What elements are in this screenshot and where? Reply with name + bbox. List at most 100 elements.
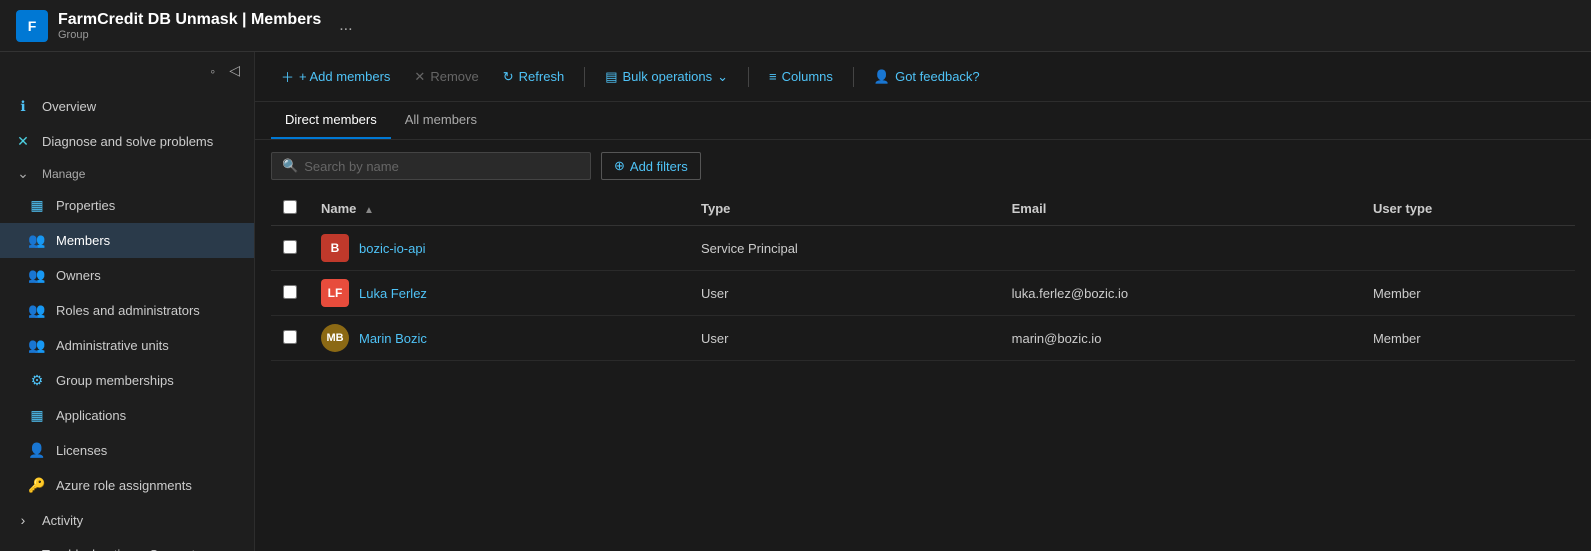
type-cell: User bbox=[689, 316, 1000, 361]
app-logo: F bbox=[16, 10, 48, 42]
remove-button[interactable]: ✕ Remove bbox=[404, 64, 488, 90]
feedback-icon: 👤 bbox=[874, 69, 890, 85]
admin-units-icon: 👥 bbox=[28, 337, 46, 354]
tab-direct-members[interactable]: Direct members bbox=[271, 102, 391, 139]
roles-icon: 👥 bbox=[28, 302, 46, 319]
avatar: B bbox=[321, 234, 349, 262]
diagnose-icon: ✕ bbox=[14, 133, 32, 150]
sidebar-item-label: Azure role assignments bbox=[56, 478, 192, 493]
member-name-link[interactable]: Marin Bozic bbox=[359, 331, 427, 346]
app-header: F FarmCredit DB Unmask | Members Group .… bbox=[0, 0, 1591, 52]
select-all-checkbox[interactable] bbox=[283, 200, 297, 214]
sidebar-item-label: Owners bbox=[56, 268, 101, 283]
email-cell bbox=[1000, 226, 1361, 271]
name-cell: LF Luka Ferlez bbox=[309, 271, 689, 316]
member-name-link[interactable]: bozic-io-api bbox=[359, 241, 425, 256]
column-header-name: Name ▲ bbox=[309, 192, 689, 226]
toolbar-divider-2 bbox=[748, 67, 749, 87]
sort-icon: ▲ bbox=[364, 205, 374, 216]
sidebar-item-overview[interactable]: ℹ Overview bbox=[0, 89, 254, 124]
user-type-cell bbox=[1361, 226, 1575, 271]
toolbar: ＋ + Add members ✕ Remove ↻ Refresh ▤ Bul… bbox=[255, 52, 1591, 102]
row-select-checkbox[interactable] bbox=[283, 330, 297, 344]
sidebar-item-label: Roles and administrators bbox=[56, 303, 200, 318]
name-cell: B bozic-io-api bbox=[309, 226, 689, 271]
sidebar-toggle-btn[interactable]: ◁ bbox=[225, 60, 244, 81]
got-feedback-button[interactable]: 👤 Got feedback? bbox=[864, 64, 990, 90]
licenses-icon: 👤 bbox=[28, 442, 46, 459]
applications-icon: ▦ bbox=[28, 407, 46, 424]
members-table: Name ▲ Type Email User type bbox=[271, 192, 1575, 361]
email-cell: marin@bozic.io bbox=[1000, 316, 1361, 361]
member-name-link[interactable]: Luka Ferlez bbox=[359, 286, 427, 301]
user-type-cell: Member bbox=[1361, 271, 1575, 316]
sidebar-section-label: Manage bbox=[42, 167, 85, 181]
bulk-ops-chevron-icon: ⌄ bbox=[717, 69, 728, 85]
email-cell: luka.ferlez@bozic.io bbox=[1000, 271, 1361, 316]
sidebar-item-label: Troubleshooting + Support bbox=[42, 547, 195, 551]
members-icon: 👥 bbox=[28, 232, 46, 249]
column-header-user-type: User type bbox=[1361, 192, 1575, 226]
table-row: MB Marin Bozic User marin@bozic.io Membe… bbox=[271, 316, 1575, 361]
chevron-down-icon: ⌄ bbox=[14, 165, 32, 182]
toolbar-divider-1 bbox=[584, 67, 585, 87]
columns-label: Columns bbox=[782, 69, 833, 84]
search-icon: 🔍 bbox=[282, 158, 298, 174]
avatar: LF bbox=[321, 279, 349, 307]
toolbar-divider-3 bbox=[853, 67, 854, 87]
add-filters-label: Add filters bbox=[630, 159, 688, 174]
column-header-type: Type bbox=[689, 192, 1000, 226]
bulk-ops-icon: ▤ bbox=[605, 69, 617, 85]
sidebar-item-azure-roles[interactable]: 🔑 Azure role assignments bbox=[0, 468, 254, 503]
table-row: B bozic-io-api Service Principal bbox=[271, 226, 1575, 271]
azure-roles-icon: 🔑 bbox=[28, 477, 46, 494]
search-input[interactable] bbox=[304, 159, 580, 174]
sidebar-item-troubleshooting[interactable]: › Troubleshooting + Support bbox=[0, 537, 254, 551]
sidebar: ◦ ◁ ℹ Overview ✕ Diagnose and solve prob… bbox=[0, 52, 255, 551]
refresh-icon: ↻ bbox=[503, 69, 514, 85]
search-filter-row: 🔍 ⊕ Add filters bbox=[255, 140, 1591, 192]
sidebar-item-label: Members bbox=[56, 233, 110, 248]
group-memberships-icon: ⚙ bbox=[28, 372, 46, 389]
search-box: 🔍 bbox=[271, 152, 591, 180]
add-icon: ＋ bbox=[281, 67, 294, 86]
sidebar-item-licenses[interactable]: 👤 Licenses bbox=[0, 433, 254, 468]
sidebar-item-roles[interactable]: 👥 Roles and administrators bbox=[0, 293, 254, 328]
row-checkbox-cell bbox=[271, 271, 309, 316]
sidebar-section-manage: ⌄ Manage bbox=[0, 159, 254, 188]
sidebar-item-label: Overview bbox=[42, 99, 96, 114]
add-members-button[interactable]: ＋ + Add members bbox=[271, 62, 400, 91]
sidebar-item-owners[interactable]: 👥 Owners bbox=[0, 258, 254, 293]
owners-icon: 👥 bbox=[28, 267, 46, 284]
row-select-checkbox[interactable] bbox=[283, 240, 297, 254]
sidebar-collapse-btn[interactable]: ◦ bbox=[206, 61, 219, 81]
sidebar-item-group-memberships[interactable]: ⚙ Group memberships bbox=[0, 363, 254, 398]
sidebar-item-diagnose[interactable]: ✕ Diagnose and solve problems bbox=[0, 124, 254, 159]
table-row: LF Luka Ferlez User luka.ferlez@bozic.io… bbox=[271, 271, 1575, 316]
sidebar-item-activity[interactable]: › Activity bbox=[0, 503, 254, 537]
members-table-container: Name ▲ Type Email User type bbox=[255, 192, 1591, 551]
refresh-label: Refresh bbox=[519, 69, 565, 84]
sidebar-item-properties[interactable]: ▦ Properties bbox=[0, 188, 254, 223]
sidebar-item-admin-units[interactable]: 👥 Administrative units bbox=[0, 328, 254, 363]
sidebar-item-applications[interactable]: ▦ Applications bbox=[0, 398, 254, 433]
troubleshooting-chevron-icon: › bbox=[14, 546, 32, 551]
add-filters-button[interactable]: ⊕ Add filters bbox=[601, 152, 701, 180]
row-checkbox-cell bbox=[271, 226, 309, 271]
sidebar-controls: ◦ ◁ bbox=[0, 52, 254, 89]
sidebar-item-members[interactable]: 👥 Members bbox=[0, 223, 254, 258]
row-select-checkbox[interactable] bbox=[283, 285, 297, 299]
sidebar-item-label: Licenses bbox=[56, 443, 107, 458]
tab-all-members[interactable]: All members bbox=[391, 102, 491, 139]
name-cell: MB Marin Bozic bbox=[309, 316, 689, 361]
got-feedback-label: Got feedback? bbox=[895, 69, 980, 84]
user-type-cell: Member bbox=[1361, 316, 1575, 361]
header-ellipsis-button[interactable]: ... bbox=[339, 17, 352, 35]
sidebar-item-label: Administrative units bbox=[56, 338, 169, 353]
type-cell: Service Principal bbox=[689, 226, 1000, 271]
bulk-operations-button[interactable]: ▤ Bulk operations ⌄ bbox=[595, 64, 738, 90]
refresh-button[interactable]: ↻ Refresh bbox=[493, 64, 574, 90]
main-layout: ◦ ◁ ℹ Overview ✕ Diagnose and solve prob… bbox=[0, 52, 1591, 551]
sidebar-item-label: Properties bbox=[56, 198, 115, 213]
columns-button[interactable]: ≡ Columns bbox=[759, 64, 843, 89]
